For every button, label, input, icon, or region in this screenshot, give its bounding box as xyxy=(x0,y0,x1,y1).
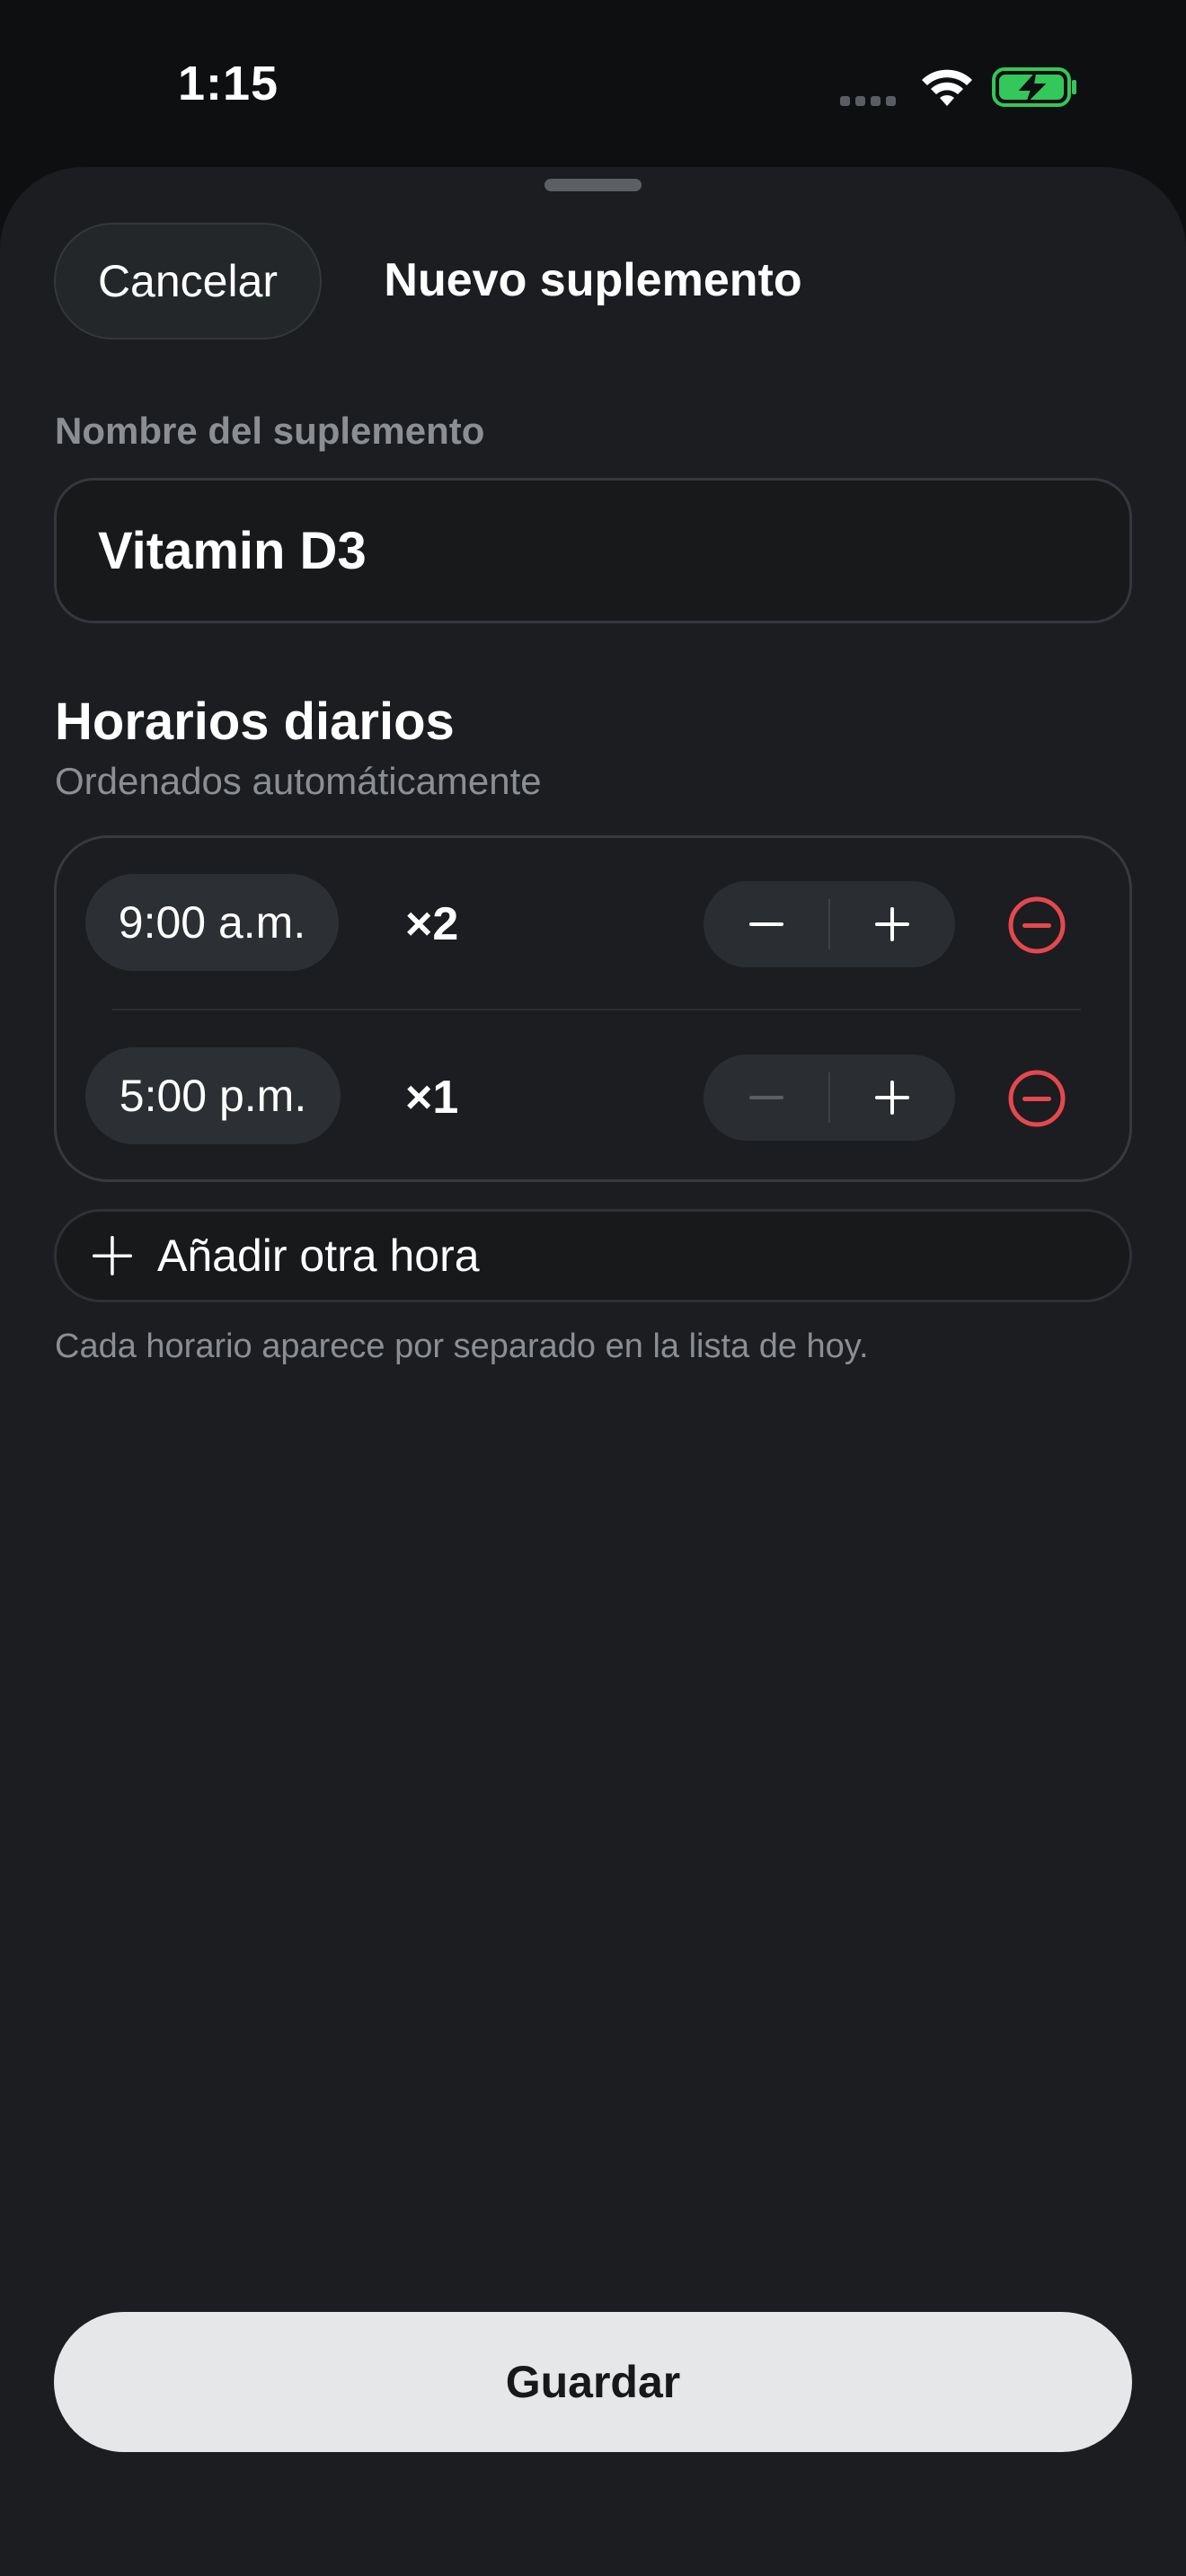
minus-icon xyxy=(749,1096,783,1099)
save-button[interactable]: Guardar xyxy=(54,2312,1132,2452)
schedule-row: 9:00 a.m. ×2 xyxy=(57,838,1135,1009)
remove-circle-icon xyxy=(1008,1070,1066,1127)
time-picker-button[interactable]: 5:00 p.m. xyxy=(85,1047,341,1144)
supplement-name-input[interactable]: Vitamin D3 xyxy=(54,478,1132,623)
add-time-button[interactable]: Añadir otra hora xyxy=(54,1209,1132,1302)
schedule-section-subtitle: Ordenados automáticamente xyxy=(55,760,542,802)
supplement-name-label: Nombre del suplemento xyxy=(55,410,485,452)
status-bar: 1:15 xyxy=(0,0,1186,162)
row-divider xyxy=(112,1009,1081,1010)
status-time: 1:15 xyxy=(178,57,279,110)
dose-count: ×2 xyxy=(405,898,459,950)
plus-icon xyxy=(875,907,909,941)
new-supplement-sheet: Cancelar Nuevo suplemento Nombre del sup… xyxy=(0,167,1186,2576)
time-picker-button[interactable]: 9:00 a.m. xyxy=(85,874,339,971)
increment-button[interactable] xyxy=(829,881,955,967)
sheet-title: Nuevo suplemento xyxy=(384,254,802,306)
increment-button[interactable] xyxy=(829,1054,955,1141)
dose-stepper xyxy=(704,1054,955,1141)
decrement-button[interactable] xyxy=(704,881,829,967)
cellular-signal-icon xyxy=(840,94,901,106)
dose-count: ×1 xyxy=(405,1072,459,1124)
minus-icon xyxy=(749,922,783,926)
plus-icon xyxy=(875,1081,909,1115)
add-time-label: Añadir otra hora xyxy=(157,1231,480,1281)
remove-time-button[interactable] xyxy=(1007,895,1067,955)
wifi-icon xyxy=(922,69,972,106)
decrement-button-disabled xyxy=(704,1054,829,1141)
battery-charging-icon xyxy=(992,67,1076,107)
dose-stepper xyxy=(704,881,955,967)
schedule-helper-text: Cada horario aparece por separado en la … xyxy=(55,1328,869,1365)
remove-circle-icon xyxy=(1008,896,1066,954)
sheet-grabber[interactable] xyxy=(544,179,642,191)
schedule-section-title: Horarios diarios xyxy=(55,693,455,751)
remove-time-button[interactable] xyxy=(1007,1069,1067,1128)
schedule-row: 5:00 p.m. ×1 xyxy=(57,1011,1135,1182)
schedule-list: 9:00 a.m. ×2 5:00 p.m. ×1 xyxy=(54,835,1132,1182)
plus-icon xyxy=(93,1236,132,1275)
